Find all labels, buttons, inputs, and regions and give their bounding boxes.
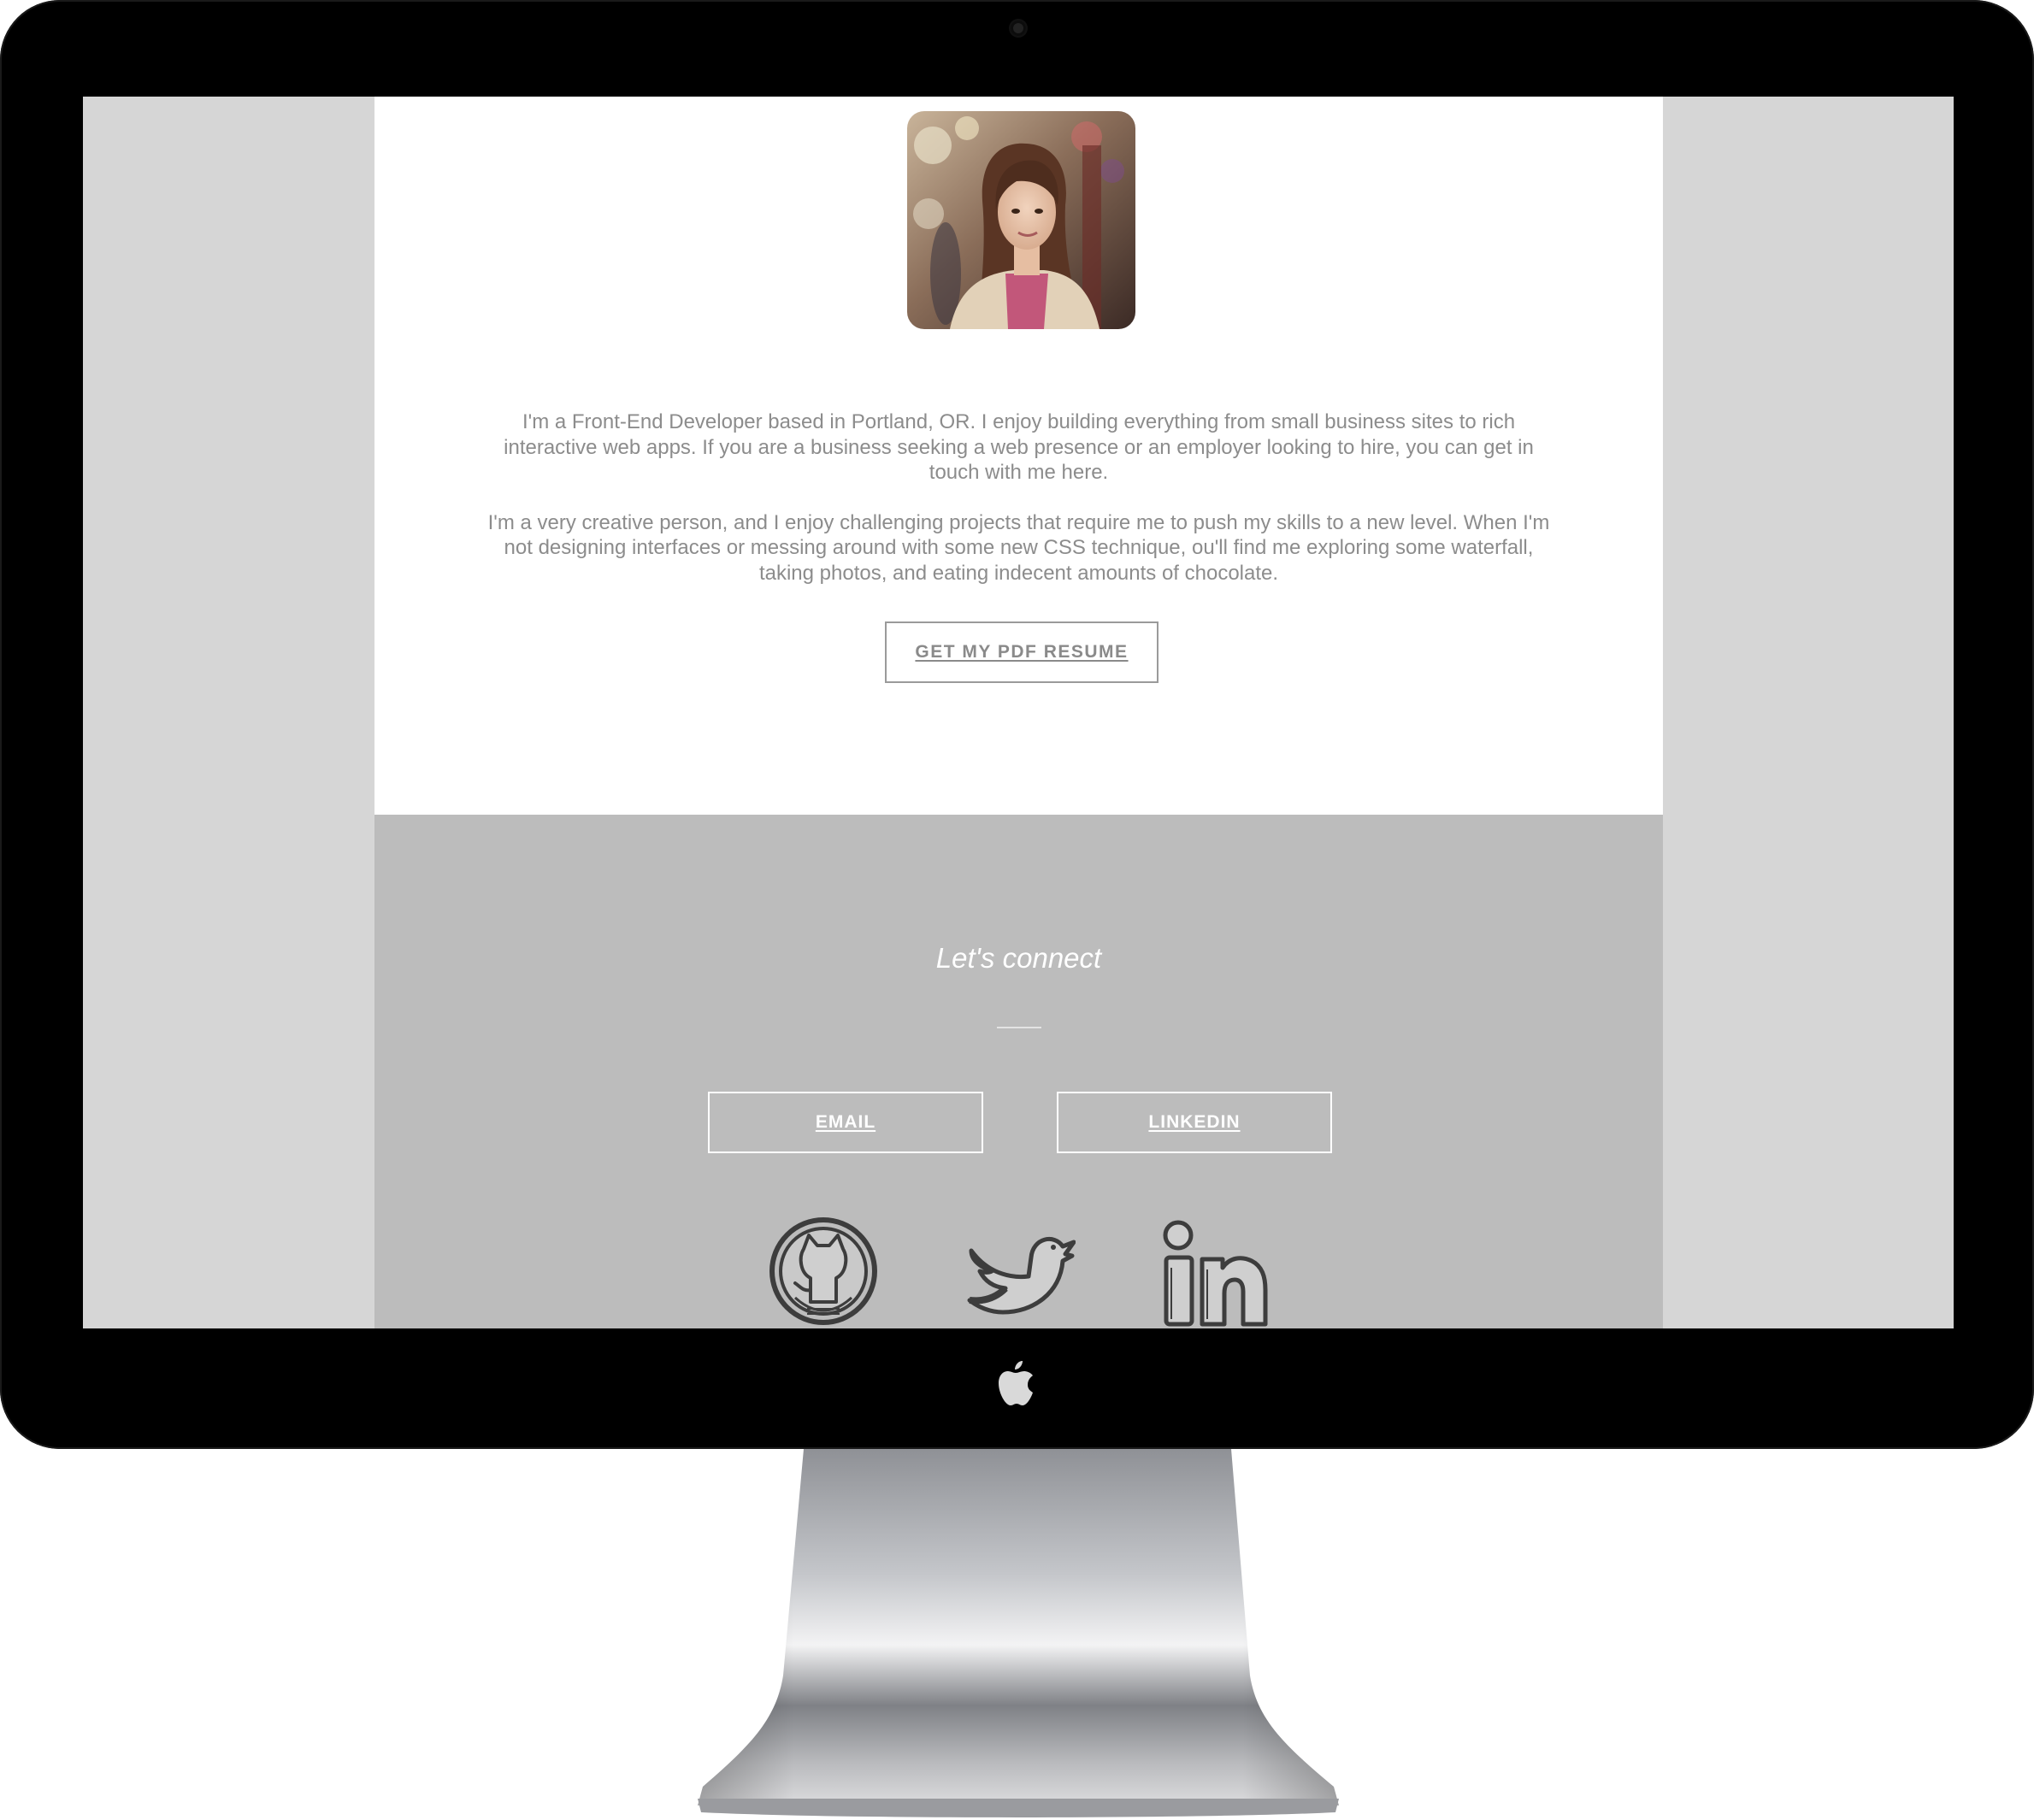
screen: I'm a Front-End Developer based in Portl…	[83, 97, 1954, 1328]
connect-heading: Let's connect	[935, 942, 1102, 974]
bio-text: I'm a Front-End Developer based in Portl…	[481, 409, 1556, 610]
webcam-icon	[1011, 21, 1026, 36]
profile-photo	[907, 111, 1135, 329]
github-icon[interactable]	[769, 1216, 881, 1328]
linkedin-sketch-icon[interactable]	[1159, 1216, 1271, 1328]
twitter-icon[interactable]	[964, 1216, 1076, 1328]
linkedin-button[interactable]: LINKEDIN	[1057, 1092, 1332, 1153]
pdf-resume-button[interactable]: GET MY PDF RESUME	[885, 621, 1158, 683]
bio-paragraph-2: I'm a very creative person, and I enjoy …	[487, 510, 1550, 585]
bio-paragraph-1: I'm a Front-End Developer based in Portl…	[504, 410, 1534, 484]
connect-section: Let's connect EMAIL LINKEDIN	[374, 815, 1663, 1328]
apple-logo-icon	[999, 1361, 1033, 1405]
divider	[997, 1027, 1041, 1028]
email-button[interactable]: EMAIL	[708, 1092, 983, 1153]
web-page: I'm a Front-End Developer based in Portl…	[374, 97, 1663, 1328]
monitor-bezel: I'm a Front-End Developer based in Portl…	[0, 0, 2034, 1449]
about-section: I'm a Front-End Developer based in Portl…	[374, 97, 1663, 815]
